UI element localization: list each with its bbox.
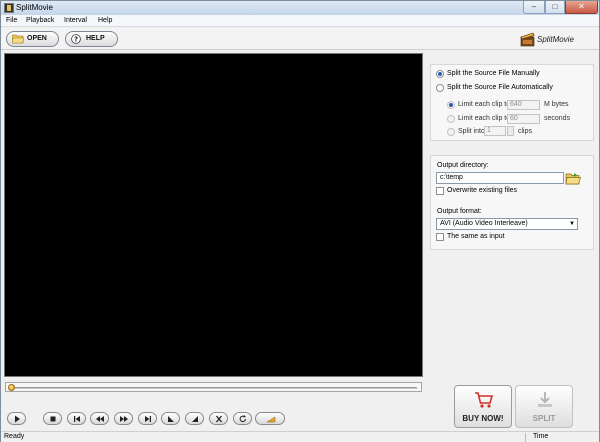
limit-mb-radio[interactable] [447,101,455,109]
overwrite-label: Overwrite existing files [447,187,518,194]
open-label: OPEN [27,35,47,42]
title-bar: SplitMovie – □ ✕ [1,1,599,15]
app-icon [4,3,14,13]
mark-out-button[interactable] [185,412,204,425]
skip-to-end-icon [145,416,151,422]
menu-bar: File Playback Interval Help [1,15,599,27]
limit-seconds-radio[interactable] [447,115,455,123]
menu-playback[interactable]: Playback [26,17,54,24]
status-divider [525,433,526,442]
mark-out-icon [192,416,198,422]
toolbar: OPEN ? HELP SplitMovie [1,28,599,50]
help-icon: ? [71,34,81,44]
menu-interval[interactable]: Interval [64,17,87,24]
limit-mb-label: Limit each clip to [458,101,511,108]
split-into-label: Split into [458,128,485,135]
splitmovie-window: SplitMovie – □ ✕ File Playback Interval … [0,0,600,442]
status-text: Ready [4,433,25,440]
mark-in-button[interactable] [161,412,180,425]
play-button[interactable] [7,412,26,425]
go-to-start-button[interactable] [67,412,86,425]
help-button[interactable]: ? HELP [65,31,118,47]
status-bar: Ready Time [1,431,599,442]
open-button[interactable]: OPEN [6,31,59,47]
window-title: SplitMovie [16,3,53,12]
buy-now-button[interactable]: BUY NOW! [454,385,512,428]
svg-text:?: ? [74,36,78,44]
shopping-cart-icon [475,392,494,408]
delete-mark-button[interactable] [209,412,228,425]
minimize-button[interactable]: – [523,1,545,14]
split-into-radio[interactable] [447,128,455,136]
video-preview[interactable] [4,53,423,377]
output-format-label: Output format: [437,208,482,215]
split-button[interactable]: SPLIT [515,385,573,428]
stop-icon [50,416,56,422]
rewind-icon [96,416,104,422]
go-to-end-button[interactable] [138,412,157,425]
split-arrow-icon [538,392,552,407]
limit-mb-dropdown[interactable]: 640 [507,100,540,110]
refresh-icon [239,415,246,423]
mark-in-icon [168,416,174,422]
same-as-input-label: The same as input [447,233,505,240]
chevron-down-icon: ▼ [569,221,575,227]
volume-button[interactable] [255,412,285,425]
limit-mb-value: 640 [510,101,522,108]
fast-forward-icon [120,416,128,422]
seek-handle[interactable] [8,384,15,391]
buy-now-label: BUY NOW! [462,414,504,423]
brand-text: SplitMovie [537,35,574,44]
film-clapper-icon [520,32,535,47]
split-into-spinner[interactable] [507,126,514,136]
limit-seconds-unit: seconds [544,115,571,122]
browse-folder-icon[interactable] [565,172,581,185]
brand-logo: SplitMovie [520,32,598,48]
limit-seconds-label: Limit each clip to [458,115,511,122]
delete-icon [216,415,222,423]
limit-seconds-value: 60 [510,115,518,122]
split-manual-label: Split the Source File Manually [447,70,540,77]
limit-mb-unit: M bytes [544,101,569,108]
output-dir-label: Output directory: [437,162,489,169]
menu-file[interactable]: File [6,17,17,24]
output-format-value: AVI (Audio Video Interleave) [440,220,528,227]
split-into-input[interactable]: 1 [484,126,506,136]
maximize-button[interactable]: □ [545,1,565,14]
split-label: SPLIT [532,414,556,423]
volume-icon [266,416,276,423]
close-button[interactable]: ✕ [565,1,598,14]
seek-slider[interactable] [5,382,422,392]
overwrite-checkbox[interactable] [436,187,444,195]
split-auto-label: Split the Source File Automatically [447,84,553,91]
output-dir-value: c:\temp [440,174,463,181]
output-format-select[interactable]: AVI (Audio Video Interleave) ▼ [436,218,578,230]
split-into-unit: clips [518,128,533,135]
skip-to-start-icon [74,416,80,422]
refresh-button[interactable] [233,412,252,425]
fast-forward-button[interactable] [114,412,133,425]
stop-button[interactable] [43,412,62,425]
split-manual-radio[interactable] [436,70,444,78]
limit-seconds-input[interactable]: 60 [507,114,540,124]
split-into-value: 1 [487,127,491,134]
output-dir-input[interactable]: c:\temp [436,172,564,184]
help-label: HELP [86,35,105,42]
same-as-input-checkbox[interactable] [436,233,444,241]
split-auto-radio[interactable] [436,84,444,92]
status-time: Time [533,433,549,440]
rewind-button[interactable] [90,412,109,425]
folder-open-icon [12,34,24,44]
seek-track [12,387,417,389]
menu-help[interactable]: Help [98,17,112,24]
play-icon [15,415,20,423]
